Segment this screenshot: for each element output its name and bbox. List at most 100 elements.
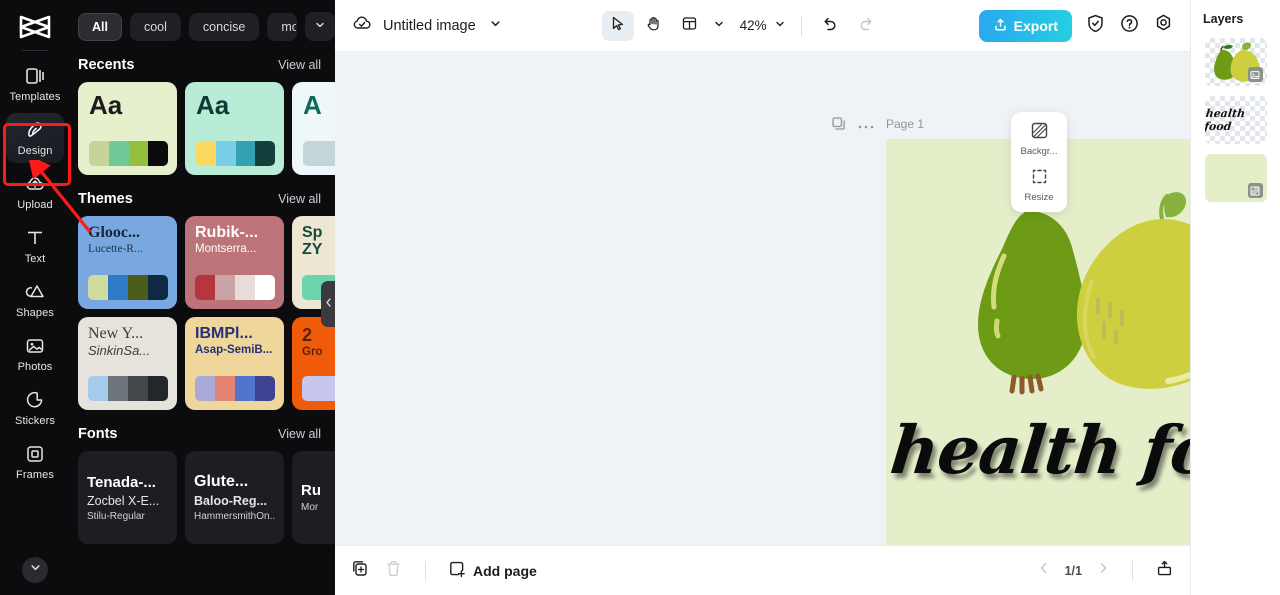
section-title: Fonts: [78, 426, 118, 442]
theme-card[interactable]: 2 Gro: [292, 317, 335, 410]
stickers-icon: [24, 389, 46, 411]
themes-strip-row1: Glooc... Lucette-R... Rubik-... Montserr…: [70, 216, 335, 309]
themes-view-all-link[interactable]: View all: [278, 192, 321, 206]
layer-item-pears-image[interactable]: [1204, 38, 1267, 86]
duplicate-icon[interactable]: [831, 116, 846, 136]
panel-collapse-handle[interactable]: [321, 281, 335, 327]
font-name-primary: Tenada-...: [87, 473, 156, 491]
sidebar-item-photos[interactable]: Photos: [6, 329, 64, 379]
sidebar-item-label: Photos: [17, 361, 53, 373]
recent-theme-card[interactable]: Aa: [78, 82, 177, 175]
cloud-saved-icon[interactable]: [351, 12, 373, 39]
filter-pill-cool[interactable]: cool: [129, 12, 181, 41]
fonts-section-header: Fonts View all: [70, 410, 335, 451]
section-title: Themes: [78, 191, 133, 207]
recent-theme-card[interactable]: Aa: [185, 82, 284, 175]
zoom-level-value[interactable]: 42%: [740, 18, 767, 33]
shield-check-icon[interactable]: [1085, 13, 1106, 39]
sidebar-item-shapes[interactable]: Shapes: [6, 275, 64, 325]
floating-tool-panel: Backgr... Resize: [1011, 112, 1067, 212]
prev-page-button[interactable]: [1037, 561, 1051, 580]
font-card[interactable]: Glute... Baloo-Reg... HammersmithOn...: [185, 451, 284, 544]
document-title[interactable]: Untitled image: [383, 18, 476, 34]
undo-button[interactable]: [814, 11, 846, 41]
next-page-button[interactable]: [1096, 561, 1110, 580]
font-name-secondary: Baloo-Reg...: [194, 494, 267, 508]
font-name-tertiary: HammersmithOn...: [194, 511, 275, 522]
font-card[interactable]: Tenada-... Zocbel X-E... Stilu-Regular: [78, 451, 177, 544]
sample-text: A: [303, 90, 322, 120]
fonts-view-all-link[interactable]: View all: [278, 427, 321, 441]
select-tool-button[interactable]: [601, 10, 634, 41]
artwork-headline-text[interactable]: health food: [886, 411, 1190, 489]
sidebar-item-frames[interactable]: Frames: [6, 437, 64, 487]
redo-button[interactable]: [850, 11, 882, 41]
theme-card[interactable]: New Y... SinkinSa...: [78, 317, 177, 410]
recents-view-all-link[interactable]: View all: [278, 58, 321, 72]
themes-strip-row2: New Y... SinkinSa... IBMPl... Asap-SemiB…: [70, 317, 335, 410]
sidebar-item-text[interactable]: Text: [6, 221, 64, 271]
canvas-area[interactable]: Page 1 health food Backgr... Resize: [335, 52, 1190, 545]
theme-card[interactable]: Rubik-... Montserra...: [185, 216, 284, 309]
theme-card[interactable]: Glooc... Lucette-R...: [78, 216, 177, 309]
filter-pill-concise[interactable]: concise: [188, 12, 260, 41]
capcut-logo-icon[interactable]: [15, 10, 55, 44]
filter-more-button[interactable]: [305, 12, 335, 41]
layer-item-background[interactable]: [1204, 154, 1267, 202]
layout-grid-icon: [681, 15, 698, 37]
more-horizontal-icon[interactable]: [858, 117, 874, 135]
trash-icon[interactable]: [384, 559, 403, 583]
swatch-strip: [88, 376, 168, 401]
bottom-divider: [425, 560, 426, 581]
add-page-button[interactable]: Add page: [448, 560, 537, 581]
export-button[interactable]: Export: [978, 9, 1072, 42]
font-card[interactable]: Ru Mor: [292, 451, 335, 544]
filter-pill-all[interactable]: All: [78, 12, 122, 41]
layer-item-text[interactable]: health food: [1204, 96, 1267, 144]
document-title-menu-button[interactable]: [486, 14, 505, 38]
zoom-menu-button[interactable]: [771, 14, 789, 38]
recent-theme-card[interactable]: A: [292, 82, 335, 175]
layer-type-badge: [1247, 183, 1263, 198]
gear-icon[interactable]: [1153, 13, 1174, 39]
sidebar-item-templates[interactable]: Templates: [6, 59, 64, 109]
theme-font-primary: 2: [302, 326, 313, 345]
theme-font-primary: Glooc...: [88, 225, 140, 241]
rail-more-button[interactable]: [22, 557, 48, 583]
theme-font-primary: Rubik-...: [195, 225, 259, 241]
sidebar-item-design[interactable]: Design: [6, 113, 64, 163]
font-name-primary: Ru: [301, 482, 321, 499]
theme-font-secondary: Asap-SemiB...: [195, 343, 273, 356]
add-page-label: Add page: [473, 562, 537, 579]
main-area: Untitled image 42% Export Page 1 health …: [335, 0, 1190, 595]
resize-tool-button[interactable]: Resize: [1011, 167, 1067, 203]
sidebar-item-stickers[interactable]: Stickers: [6, 383, 64, 433]
theme-card[interactable]: IBMPl... Asap-SemiB...: [185, 317, 284, 410]
filter-pill-modern[interactable]: modern: [267, 12, 297, 41]
sidebar-item-label: Text: [24, 253, 46, 265]
background-tool-button[interactable]: Backgr...: [1011, 121, 1067, 157]
top-toolbar: Untitled image 42% Export: [335, 0, 1190, 52]
present-icon[interactable]: [1155, 559, 1174, 583]
hand-tool-button[interactable]: [638, 11, 670, 41]
sidebar-item-upload[interactable]: Upload: [6, 167, 64, 217]
duplicate-page-icon[interactable]: [351, 559, 370, 583]
section-title: Recents: [78, 57, 135, 73]
sidebar-item-label: Shapes: [16, 307, 54, 319]
theme-font-primary: Sp: [302, 225, 323, 241]
chevron-left-icon: [324, 295, 333, 313]
templates-icon: [24, 65, 46, 87]
question-circle-icon[interactable]: [1119, 13, 1140, 39]
layout-menu-button[interactable]: [710, 14, 728, 38]
upload-cloud-icon: [24, 173, 46, 195]
layout-tool-button[interactable]: [674, 11, 706, 41]
layers-panel: Layers health food: [1190, 0, 1280, 595]
recents-strip: Aa Aa A: [70, 82, 335, 175]
design-panel: All cool concise modern Recents View all…: [70, 0, 335, 595]
text-icon: [24, 227, 46, 249]
swatch-strip: [196, 141, 275, 166]
page-indicator: 1/1: [1064, 563, 1082, 578]
swatch-strip: [302, 376, 335, 401]
float-tool-label: Backgr...: [1020, 146, 1058, 157]
sidebar-item-label: Stickers: [15, 415, 55, 427]
